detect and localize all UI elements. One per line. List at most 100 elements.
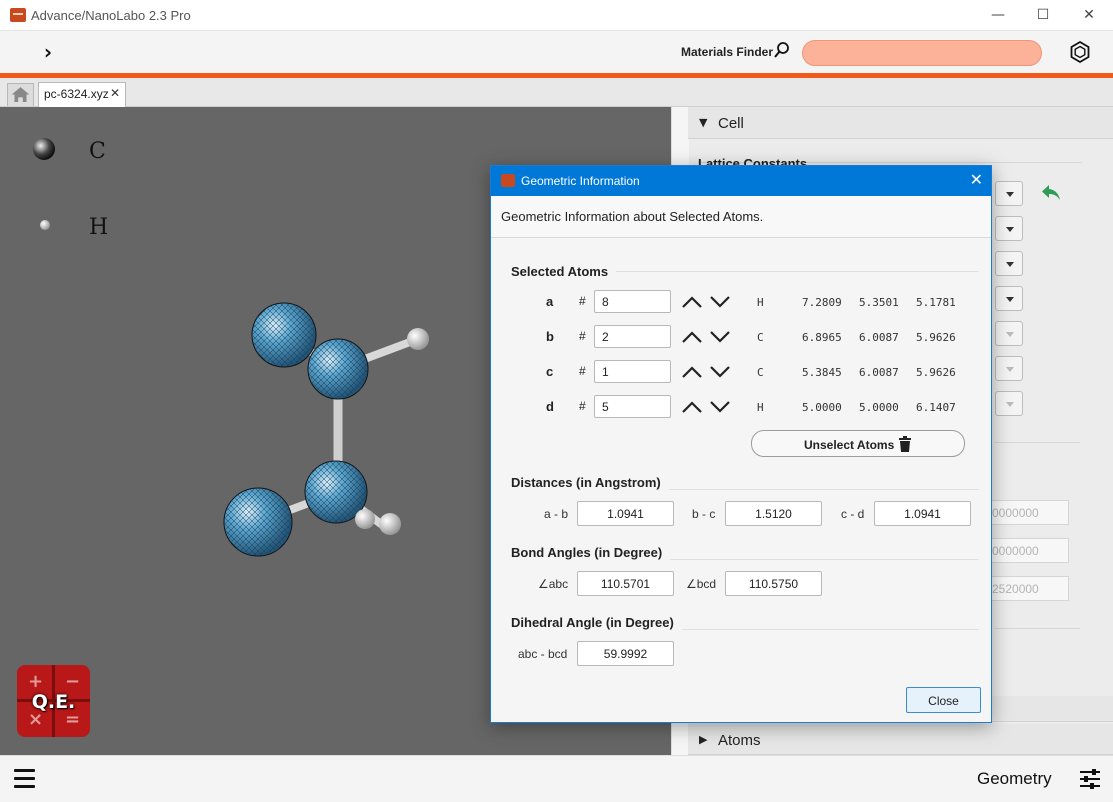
- atom-hydrogen[interactable]: [407, 328, 429, 350]
- window-title: Advance/NanoLabo 2.3 Pro: [31, 8, 191, 23]
- maximize-button[interactable]: ☐: [1028, 4, 1058, 26]
- atom-x: 5.3845: [802, 366, 842, 379]
- qe-label: Q.E.: [31, 691, 76, 713]
- atom-z: 6.1407: [916, 401, 956, 414]
- atom-row-label: d: [546, 399, 554, 414]
- lattice-dropdown[interactable]: [995, 216, 1023, 241]
- bottom-bar: Geometry: [0, 755, 1113, 802]
- dialog-title: Geometric Information: [521, 174, 640, 188]
- unselect-atoms-label: Unselect Atoms: [804, 438, 895, 452]
- window-titlebar: Advance/NanoLabo 2.3 Pro — ☐ ✕: [0, 0, 1113, 31]
- legend-label-carbon: C: [89, 139, 106, 164]
- bond-angle-label: ∠bcd: [686, 577, 717, 591]
- chevron-down-icon[interactable]: [709, 295, 731, 309]
- geometric-information-dialog: Geometric Information ✕ Geometric Inform…: [490, 165, 992, 723]
- atom-y: 5.3501: [859, 296, 899, 309]
- atom-row-label: a: [546, 294, 554, 309]
- tab-file-label: pc-6324.xyz: [44, 87, 109, 101]
- dihedral-label: abc - bcd: [518, 647, 568, 661]
- home-tab[interactable]: [7, 83, 34, 106]
- atom-hydrogen[interactable]: [355, 509, 375, 529]
- atom-z: 5.9626: [916, 331, 956, 344]
- atoms-section-header[interactable]: ▶ Atoms: [688, 724, 1113, 755]
- atom-element: C: [757, 366, 764, 379]
- window-close-button[interactable]: ✕: [1074, 4, 1104, 26]
- chevron-up-icon[interactable]: [681, 330, 703, 344]
- atom-z: 5.9626: [916, 366, 956, 379]
- quantum-espresso-button[interactable]: + − × = Q.E.: [17, 665, 90, 737]
- lattice-dropdown[interactable]: [995, 356, 1023, 381]
- chevron-down-icon[interactable]: [709, 400, 731, 414]
- bond-angles-title: Bond Angles (in Degree): [511, 545, 671, 560]
- tab-close-icon[interactable]: ✕: [110, 86, 120, 100]
- atom-element: C: [757, 331, 764, 344]
- chevron-up-icon[interactable]: [681, 295, 703, 309]
- minimize-button[interactable]: —: [983, 4, 1013, 26]
- close-button[interactable]: Close: [906, 687, 981, 713]
- atom-row-label: b: [546, 329, 554, 344]
- atom-z: 5.1781: [916, 296, 956, 309]
- atom-index-input[interactable]: 5: [594, 395, 671, 418]
- dialog-close-icon[interactable]: ✕: [970, 170, 983, 189]
- minus-icon: −: [65, 671, 81, 692]
- chevron-down-icon[interactable]: [709, 330, 731, 344]
- distance-value[interactable]: 1.5120: [725, 501, 822, 526]
- atom-index-input[interactable]: 8: [594, 290, 671, 313]
- dihedral-value[interactable]: 59.9992: [577, 641, 674, 666]
- expand-arrow-icon: ▶: [699, 733, 708, 746]
- bond-angle-value[interactable]: 110.5750: [725, 571, 822, 596]
- lattice-value-field[interactable]: 0000000: [985, 500, 1069, 525]
- chevron-down-icon[interactable]: [709, 365, 731, 379]
- hamburger-icon[interactable]: [14, 769, 35, 788]
- atom-index-input[interactable]: 1: [594, 360, 671, 383]
- tab-file[interactable]: pc-6324.xyz ✕: [38, 82, 126, 107]
- hexagon-icon[interactable]: [1068, 40, 1092, 64]
- chevron-up-icon[interactable]: [681, 365, 703, 379]
- hash-symbol: #: [579, 329, 586, 343]
- atom-index-input[interactable]: 2: [594, 325, 671, 348]
- lattice-dropdown[interactable]: [995, 251, 1023, 276]
- lattice-value-field[interactable]: 0000000: [985, 538, 1069, 563]
- lattice-value-field[interactable]: 2520000: [985, 576, 1069, 601]
- dialog-titlebar[interactable]: Geometric Information ✕: [491, 166, 991, 196]
- atom-y: 5.0000: [859, 401, 899, 414]
- distance-label: c - d: [841, 507, 865, 521]
- trash-icon: [899, 436, 911, 452]
- distances-title: Distances (in Angstrom): [511, 475, 669, 490]
- bond-angle-value[interactable]: 110.5701: [577, 571, 674, 596]
- atom-x: 5.0000: [802, 401, 842, 414]
- chevron-up-icon[interactable]: [681, 400, 703, 414]
- lattice-dropdown[interactable]: [995, 321, 1023, 346]
- legend-carbon-sphere: [33, 138, 55, 160]
- distance-value[interactable]: 1.0941: [577, 501, 674, 526]
- lattice-dropdown[interactable]: [995, 181, 1023, 206]
- materials-finder-input[interactable]: [802, 40, 1042, 66]
- cell-section-title: Cell: [718, 115, 744, 132]
- divider: [995, 442, 1080, 443]
- undo-arrow-icon[interactable]: [1040, 182, 1062, 204]
- lattice-dropdown[interactable]: [995, 286, 1023, 311]
- home-icon: [11, 87, 30, 102]
- atom-hydrogen[interactable]: [379, 513, 401, 535]
- collapse-arrow-icon: ▼: [699, 116, 708, 129]
- distance-label: b - c: [692, 507, 716, 521]
- bond-angle-label: ∠abc: [538, 577, 569, 591]
- lattice-dropdown[interactable]: [995, 391, 1023, 416]
- atom-y: 6.0087: [859, 366, 899, 379]
- atom-x: 7.2809: [802, 296, 842, 309]
- unselect-atoms-button[interactable]: Unselect Atoms: [751, 430, 965, 457]
- atom-element: H: [757, 401, 764, 414]
- tab-bar: pc-6324.xyz ✕: [0, 78, 1113, 107]
- dialog-header-text: Geometric Information about Selected Ato…: [501, 209, 764, 224]
- search-icon[interactable]: [773, 41, 791, 61]
- sliders-icon[interactable]: [1079, 769, 1101, 789]
- atom-mesh: [224, 488, 292, 556]
- atom-element: H: [757, 296, 764, 309]
- distance-value[interactable]: 1.0941: [874, 501, 971, 526]
- atoms-section-title: Atoms: [718, 732, 761, 749]
- cell-section-header[interactable]: ▼ Cell: [688, 107, 1113, 139]
- expand-chevron-button[interactable]: ›: [38, 40, 58, 64]
- dihedral-angle-title: Dihedral Angle (in Degree): [511, 615, 682, 630]
- hash-symbol: #: [579, 294, 586, 308]
- app-logo-icon: [501, 174, 515, 187]
